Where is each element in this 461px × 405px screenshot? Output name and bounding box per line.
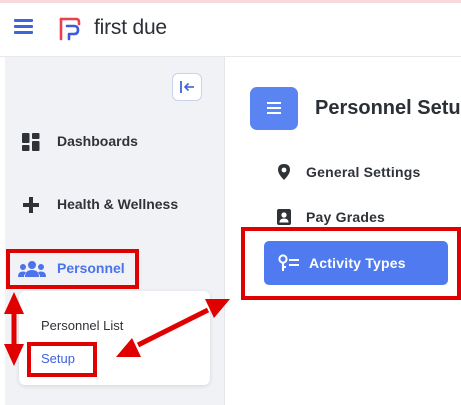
setting-pay-grades[interactable]: Pay Grades (270, 203, 450, 233)
submenu-item-personnel-list[interactable]: Personnel List (41, 318, 123, 333)
plus-icon (23, 197, 39, 213)
setting-label: General Settings (306, 164, 421, 180)
setting-activity-types[interactable]: Activity Types (264, 241, 448, 285)
collapse-sidebar-button[interactable] (172, 73, 202, 101)
page-title: Personnel Setu (315, 97, 461, 119)
activity-types-icon (278, 254, 299, 271)
setting-general-settings[interactable]: General Settings (270, 158, 450, 188)
hamburger-menu-icon[interactable] (14, 19, 33, 35)
dashboard-icon (22, 133, 40, 151)
personnel-submenu: Personnel List Setup (19, 291, 210, 385)
setting-label: Pay Grades (306, 209, 386, 225)
people-icon (18, 261, 46, 277)
brand-name: first due (94, 16, 167, 39)
sidebar-item-label: Health & Wellness (57, 196, 179, 212)
first-due-logo-icon (59, 17, 81, 41)
page-menu-button[interactable] (250, 87, 298, 130)
submenu-item-setup[interactable]: Setup (41, 351, 75, 366)
sidebar-item-dashboards[interactable]: Dashboards (5, 122, 225, 162)
sidebar-item-label: Personnel (57, 260, 125, 276)
top-bar: first due (0, 0, 461, 57)
collapse-left-icon (180, 81, 194, 93)
location-pin-icon (278, 164, 290, 180)
id-badge-icon (277, 209, 291, 225)
setting-label: Activity Types (309, 255, 406, 271)
sidebar-item-personnel[interactable]: Personnel (5, 249, 225, 289)
sidebar-item-label: Dashboards (57, 133, 138, 149)
main-content: Personnel Setu General Settings Pay Grad… (226, 57, 461, 405)
sidebar-item-health-wellness[interactable]: Health & Wellness (5, 185, 225, 225)
